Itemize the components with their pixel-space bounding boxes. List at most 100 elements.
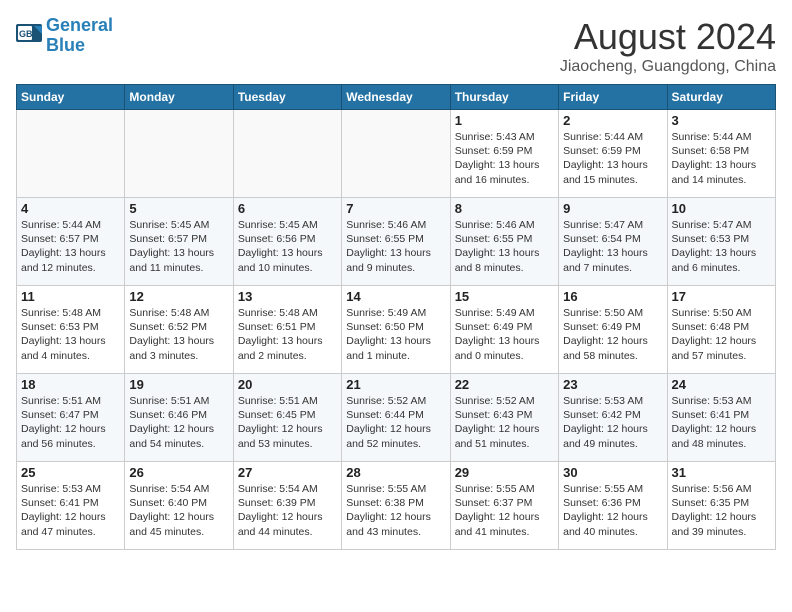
calendar-day-cell: 1 Sunrise: 5:43 AM Sunset: 6:59 PM Daylig… bbox=[450, 110, 558, 198]
calendar-day-cell: 16 Sunrise: 5:50 AM Sunset: 6:49 PM Dayli… bbox=[559, 286, 667, 374]
day-info: Sunrise: 5:52 AM Sunset: 6:44 PM Dayligh… bbox=[346, 394, 445, 451]
day-number: 27 bbox=[238, 465, 337, 480]
day-info: Sunrise: 5:50 AM Sunset: 6:48 PM Dayligh… bbox=[672, 306, 771, 363]
calendar-day-cell: 31Sunrise: 5:56 AM Sunset: 6:35 PM Dayli… bbox=[667, 462, 775, 550]
day-number: 20 bbox=[238, 377, 337, 392]
calendar-day-cell bbox=[342, 110, 450, 198]
weekday-header-row: SundayMondayTuesdayWednesdayThursdayFrid… bbox=[17, 85, 776, 110]
day-info: Sunrise: 5:50 AM Sunset: 6:49 PM Dayligh… bbox=[563, 306, 662, 363]
logo-icon: GB bbox=[16, 24, 44, 48]
calendar-body: 1 Sunrise: 5:43 AM Sunset: 6:59 PM Daylig… bbox=[17, 110, 776, 550]
day-number: 12 bbox=[129, 289, 228, 304]
day-info: Sunrise: 5:54 AM Sunset: 6:39 PM Dayligh… bbox=[238, 482, 337, 539]
calendar-day-cell: 7 Sunrise: 5:46 AM Sunset: 6:55 PM Daylig… bbox=[342, 198, 450, 286]
location-title: Jiaocheng, Guangdong, China bbox=[560, 58, 776, 76]
calendar-day-cell: 15Sunrise: 5:49 AM Sunset: 6:49 PM Dayli… bbox=[450, 286, 558, 374]
calendar-day-cell: 9Sunrise: 5:47 AM Sunset: 6:54 PM Daylig… bbox=[559, 198, 667, 286]
day-number: 17 bbox=[672, 289, 771, 304]
day-number: 31 bbox=[672, 465, 771, 480]
day-info: Sunrise: 5:48 AM Sunset: 6:52 PM Dayligh… bbox=[129, 306, 228, 363]
day-number: 19 bbox=[129, 377, 228, 392]
calendar-day-cell: 12 Sunrise: 5:48 AM Sunset: 6:52 PM Dayli… bbox=[125, 286, 233, 374]
day-info: Sunrise: 5:53 AM Sunset: 6:41 PM Dayligh… bbox=[21, 482, 120, 539]
calendar-week-row: 11 Sunrise: 5:48 AM Sunset: 6:53 PM Dayli… bbox=[17, 286, 776, 374]
day-info: Sunrise: 5:51 AM Sunset: 6:45 PM Dayligh… bbox=[238, 394, 337, 451]
day-info: Sunrise: 5:48 AM Sunset: 6:53 PM Dayligh… bbox=[21, 306, 120, 363]
day-info: Sunrise: 5:46 AM Sunset: 6:55 PM Dayligh… bbox=[455, 218, 554, 275]
day-number: 24 bbox=[672, 377, 771, 392]
calendar-day-cell: 30Sunrise: 5:55 AM Sunset: 6:36 PM Dayli… bbox=[559, 462, 667, 550]
calendar-day-cell: 28Sunrise: 5:55 AM Sunset: 6:38 PM Dayli… bbox=[342, 462, 450, 550]
calendar-day-cell: 23Sunrise: 5:53 AM Sunset: 6:42 PM Dayli… bbox=[559, 374, 667, 462]
day-number: 10 bbox=[672, 201, 771, 216]
calendar-table: SundayMondayTuesdayWednesdayThursdayFrid… bbox=[16, 84, 776, 550]
day-number: 30 bbox=[563, 465, 662, 480]
day-number: 2 bbox=[563, 113, 662, 128]
day-info: Sunrise: 5:47 AM Sunset: 6:54 PM Dayligh… bbox=[563, 218, 662, 275]
day-number: 22 bbox=[455, 377, 554, 392]
day-number: 1 bbox=[455, 113, 554, 128]
calendar-day-cell: 21Sunrise: 5:52 AM Sunset: 6:44 PM Dayli… bbox=[342, 374, 450, 462]
calendar-day-cell: 11 Sunrise: 5:48 AM Sunset: 6:53 PM Dayli… bbox=[17, 286, 125, 374]
calendar-day-cell: 24 Sunrise: 5:53 AM Sunset: 6:41 PM Dayli… bbox=[667, 374, 775, 462]
title-area: August 2024 Jiaocheng, Guangdong, China bbox=[560, 16, 776, 76]
day-number: 13 bbox=[238, 289, 337, 304]
calendar-day-cell bbox=[17, 110, 125, 198]
calendar-day-cell: 8 Sunrise: 5:46 AM Sunset: 6:55 PM Daylig… bbox=[450, 198, 558, 286]
calendar-day-cell: 5Sunrise: 5:45 AM Sunset: 6:57 PM Daylig… bbox=[125, 198, 233, 286]
logo: GB General Blue bbox=[16, 16, 113, 56]
calendar-day-cell: 19 Sunrise: 5:51 AM Sunset: 6:46 PM Dayli… bbox=[125, 374, 233, 462]
day-info: Sunrise: 5:44 AM Sunset: 6:59 PM Dayligh… bbox=[563, 130, 662, 187]
day-number: 5 bbox=[129, 201, 228, 216]
day-info: Sunrise: 5:53 AM Sunset: 6:41 PM Dayligh… bbox=[672, 394, 771, 451]
calendar-week-row: 1 Sunrise: 5:43 AM Sunset: 6:59 PM Daylig… bbox=[17, 110, 776, 198]
month-title: August 2024 bbox=[560, 16, 776, 58]
calendar-week-row: 4 Sunrise: 5:44 AM Sunset: 6:57 PM Daylig… bbox=[17, 198, 776, 286]
day-number: 6 bbox=[238, 201, 337, 216]
day-info: Sunrise: 5:49 AM Sunset: 6:49 PM Dayligh… bbox=[455, 306, 554, 363]
day-number: 3 bbox=[672, 113, 771, 128]
calendar-day-cell: 18 Sunrise: 5:51 AM Sunset: 6:47 PM Dayli… bbox=[17, 374, 125, 462]
day-info: Sunrise: 5:51 AM Sunset: 6:47 PM Dayligh… bbox=[21, 394, 120, 451]
calendar-day-cell: 17 Sunrise: 5:50 AM Sunset: 6:48 PM Dayli… bbox=[667, 286, 775, 374]
weekday-header-cell: Wednesday bbox=[342, 85, 450, 110]
calendar-day-cell: 6 Sunrise: 5:45 AM Sunset: 6:56 PM Daylig… bbox=[233, 198, 341, 286]
calendar-day-cell: 2 Sunrise: 5:44 AM Sunset: 6:59 PM Daylig… bbox=[559, 110, 667, 198]
day-number: 14 bbox=[346, 289, 445, 304]
calendar-week-row: 18 Sunrise: 5:51 AM Sunset: 6:47 PM Dayli… bbox=[17, 374, 776, 462]
day-number: 16 bbox=[563, 289, 662, 304]
weekday-header-cell: Monday bbox=[125, 85, 233, 110]
logo-text: General Blue bbox=[46, 16, 113, 56]
day-info: Sunrise: 5:48 AM Sunset: 6:51 PM Dayligh… bbox=[238, 306, 337, 363]
calendar-day-cell: 22 Sunrise: 5:52 AM Sunset: 6:43 PM Dayli… bbox=[450, 374, 558, 462]
day-number: 8 bbox=[455, 201, 554, 216]
day-info: Sunrise: 5:46 AM Sunset: 6:55 PM Dayligh… bbox=[346, 218, 445, 275]
day-number: 29 bbox=[455, 465, 554, 480]
calendar-day-cell: 20 Sunrise: 5:51 AM Sunset: 6:45 PM Dayli… bbox=[233, 374, 341, 462]
day-number: 7 bbox=[346, 201, 445, 216]
calendar-day-cell: 25Sunrise: 5:53 AM Sunset: 6:41 PM Dayli… bbox=[17, 462, 125, 550]
day-info: Sunrise: 5:54 AM Sunset: 6:40 PM Dayligh… bbox=[129, 482, 228, 539]
day-number: 11 bbox=[21, 289, 120, 304]
calendar-day-cell: 27 Sunrise: 5:54 AM Sunset: 6:39 PM Dayli… bbox=[233, 462, 341, 550]
day-info: Sunrise: 5:44 AM Sunset: 6:57 PM Dayligh… bbox=[21, 218, 120, 275]
day-info: Sunrise: 5:43 AM Sunset: 6:59 PM Dayligh… bbox=[455, 130, 554, 187]
calendar-day-cell: 14Sunrise: 5:49 AM Sunset: 6:50 PM Dayli… bbox=[342, 286, 450, 374]
day-info: Sunrise: 5:53 AM Sunset: 6:42 PM Dayligh… bbox=[563, 394, 662, 451]
calendar-day-cell: 26Sunrise: 5:54 AM Sunset: 6:40 PM Dayli… bbox=[125, 462, 233, 550]
day-number: 4 bbox=[21, 201, 120, 216]
calendar-day-cell bbox=[233, 110, 341, 198]
day-info: Sunrise: 5:51 AM Sunset: 6:46 PM Dayligh… bbox=[129, 394, 228, 451]
weekday-header-cell: Thursday bbox=[450, 85, 558, 110]
weekday-header-cell: Tuesday bbox=[233, 85, 341, 110]
day-info: Sunrise: 5:45 AM Sunset: 6:56 PM Dayligh… bbox=[238, 218, 337, 275]
day-number: 18 bbox=[21, 377, 120, 392]
day-info: Sunrise: 5:47 AM Sunset: 6:53 PM Dayligh… bbox=[672, 218, 771, 275]
calendar-day-cell bbox=[125, 110, 233, 198]
calendar-day-cell: 4 Sunrise: 5:44 AM Sunset: 6:57 PM Daylig… bbox=[17, 198, 125, 286]
page-header: GB General Blue August 2024 Jiaocheng, G… bbox=[16, 16, 776, 76]
day-info: Sunrise: 5:55 AM Sunset: 6:38 PM Dayligh… bbox=[346, 482, 445, 539]
calendar-day-cell: 10 Sunrise: 5:47 AM Sunset: 6:53 PM Dayli… bbox=[667, 198, 775, 286]
day-info: Sunrise: 5:52 AM Sunset: 6:43 PM Dayligh… bbox=[455, 394, 554, 451]
calendar-day-cell: 3Sunrise: 5:44 AM Sunset: 6:58 PM Daylig… bbox=[667, 110, 775, 198]
